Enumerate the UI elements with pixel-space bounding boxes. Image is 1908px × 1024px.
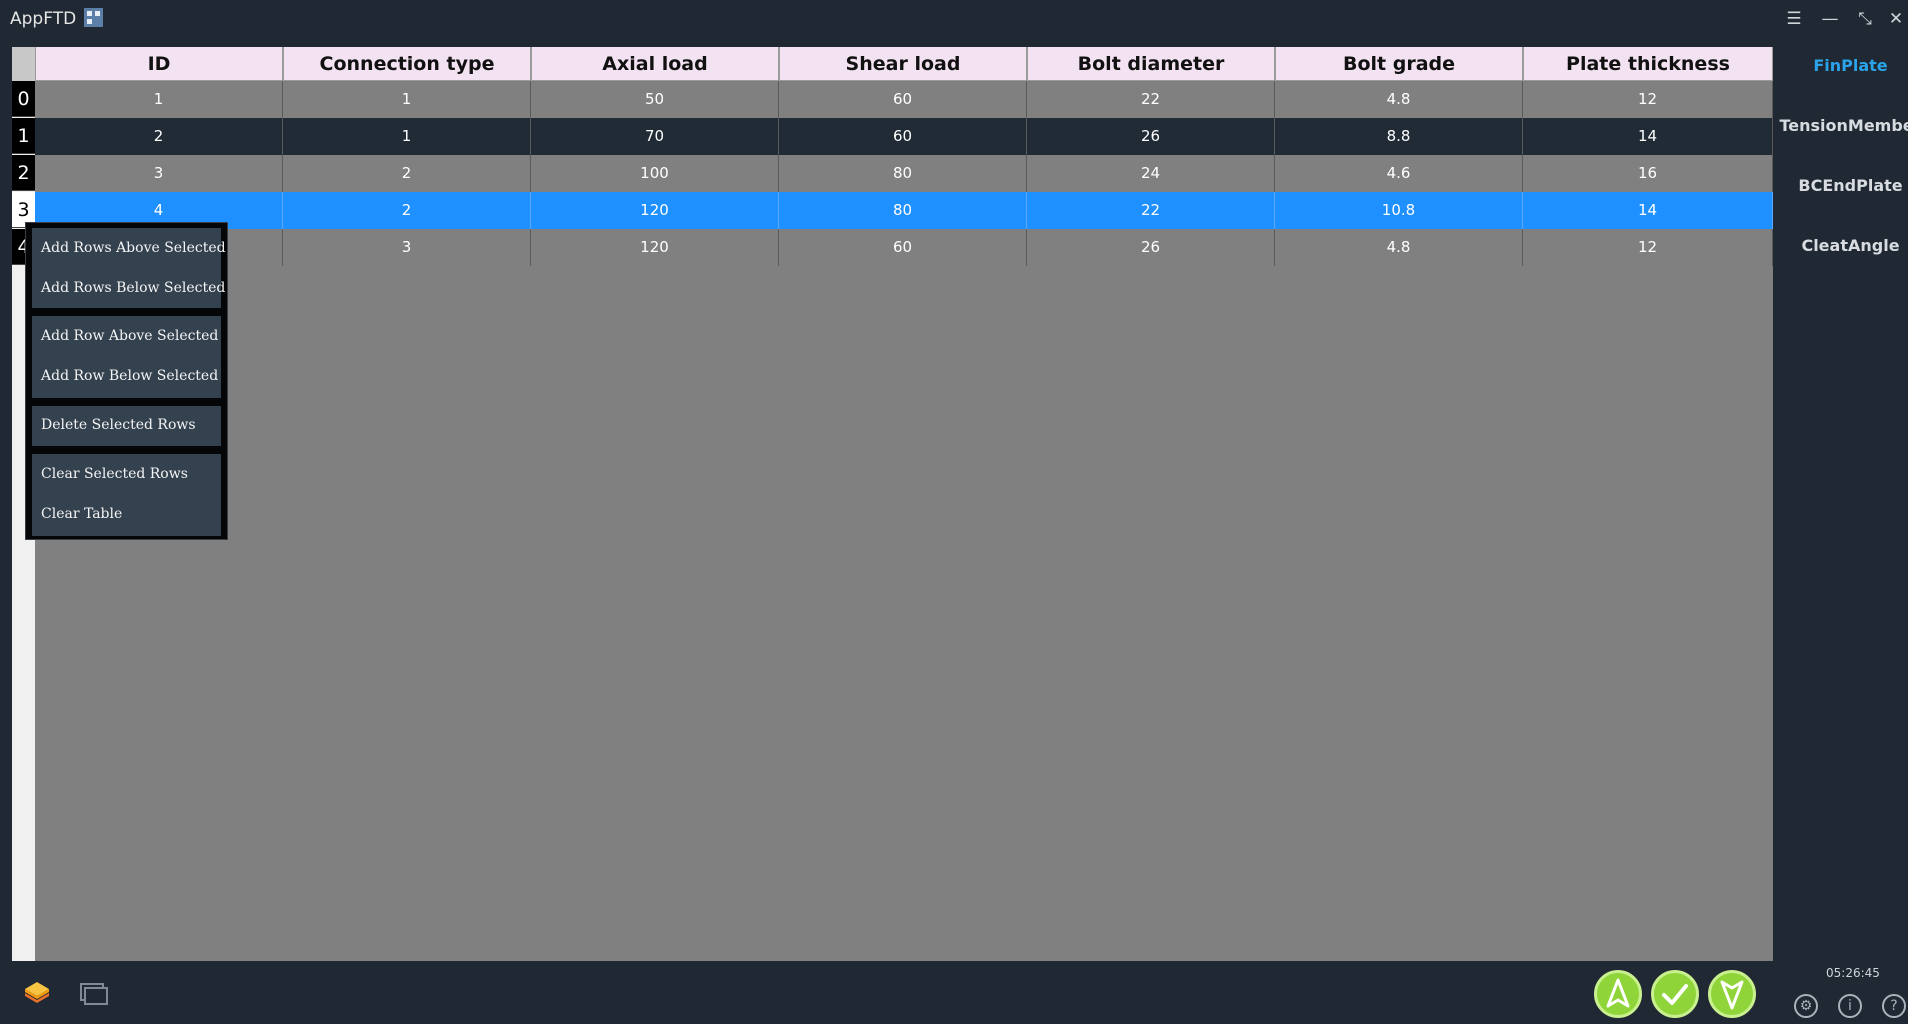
table-row-selected[interactable]: 4 2 120 80 22 10.8 14 [35, 192, 1773, 229]
tab-finplate[interactable]: FinPlate [1773, 56, 1908, 75]
menu-item-add-row-below[interactable]: Add Row Below Selected [41, 368, 218, 384]
table-cell[interactable]: 14 [1523, 118, 1773, 155]
table-row[interactable]: 1 1 50 60 22 4.8 12 [35, 81, 1773, 118]
table-cell[interactable]: 3 [35, 155, 283, 192]
table-cell[interactable]: 26 [1027, 118, 1275, 155]
column-header-bolt-grade[interactable]: Bolt grade [1275, 47, 1523, 81]
column-header-shear-load[interactable]: Shear load [779, 47, 1027, 81]
table-cell[interactable]: 26 [1027, 229, 1275, 266]
row-header[interactable]: 0 [12, 81, 35, 117]
table-corner[interactable] [12, 47, 35, 81]
table-cell[interactable]: 14 [1523, 192, 1773, 229]
menu-item-add-rows-below[interactable]: Add Rows Below Selected [41, 280, 225, 296]
table-cell[interactable]: 16 [1523, 155, 1773, 192]
menu-group-add-rows: Add Rows Above Selected Add Rows Below S… [32, 228, 226, 308]
windows-icon[interactable] [80, 983, 108, 1005]
table-cell[interactable]: 100 [531, 155, 779, 192]
table-cell[interactable]: 10.8 [1275, 192, 1523, 229]
info-icon[interactable]: i [1838, 994, 1862, 1018]
layers-icon[interactable] [22, 978, 52, 1008]
table-cell[interactable]: 120 [531, 229, 779, 266]
menu-item-clear-selected-rows[interactable]: Clear Selected Rows [41, 466, 188, 482]
menu-icon[interactable]: ☰ [1784, 9, 1804, 29]
close-icon[interactable]: ✕ [1886, 9, 1906, 29]
row-header[interactable]: 2 [12, 155, 35, 191]
column-header-id[interactable]: ID [35, 47, 283, 81]
module-panel: FinPlate TensionMember BCEndPlate CleatA… [1773, 40, 1908, 1024]
table-cell[interactable]: 12 [1523, 229, 1773, 266]
table-cell[interactable]: 2 [35, 118, 283, 155]
menu-item-clear-table[interactable]: Clear Table [41, 506, 122, 522]
confirm-button[interactable] [1651, 970, 1699, 1018]
table-cell[interactable]: 60 [779, 81, 1027, 118]
tab-bcendplate[interactable]: BCEndPlate [1773, 176, 1908, 195]
bottom-bar [0, 961, 1773, 1024]
table-row[interactable]: 3 120 60 26 4.8 12 [35, 229, 1773, 266]
help-icon[interactable]: ? [1882, 994, 1906, 1018]
restore-icon[interactable]: ⤡ [1855, 9, 1875, 29]
table-cell[interactable]: 24 [1027, 155, 1275, 192]
data-table[interactable]: ID Connection type Axial load Shear load… [12, 47, 1773, 961]
column-header-axial-load[interactable]: Axial load [531, 47, 779, 81]
menu-item-add-rows-above[interactable]: Add Rows Above Selected [41, 240, 226, 256]
minimize-icon[interactable]: — [1820, 9, 1840, 29]
up-arrow-icon [1606, 978, 1630, 1008]
down-arrow-icon [1720, 980, 1744, 1010]
table-cell[interactable]: 4.8 [1275, 229, 1523, 266]
menu-group-add-row: Add Row Above Selected Add Row Below Sel… [32, 316, 221, 398]
up-arrow-button[interactable] [1594, 970, 1642, 1018]
table-cell[interactable]: 12 [1523, 81, 1773, 118]
table-cell[interactable]: 22 [1027, 81, 1275, 118]
table-cell[interactable]: 1 [283, 81, 531, 118]
tab-tensionmember[interactable]: TensionMember [1773, 116, 1908, 135]
table-cell[interactable]: 1 [35, 81, 283, 118]
table-cell[interactable]: 60 [779, 118, 1027, 155]
check-icon [1662, 984, 1688, 1005]
table-cell[interactable]: 2 [283, 155, 531, 192]
column-header-plate-thickness[interactable]: Plate thickness [1523, 47, 1773, 81]
table-row[interactable]: 2 1 70 60 26 8.8 14 [35, 118, 1773, 155]
settings-icon[interactable]: ⚙ [1794, 994, 1818, 1018]
table-cell[interactable]: 3 [283, 229, 531, 266]
menu-group-clear: Clear Selected Rows Clear Table [32, 454, 221, 536]
table-cell[interactable]: 22 [1027, 192, 1275, 229]
column-header-bolt-diameter[interactable]: Bolt diameter [1027, 47, 1275, 81]
app-logo-icon [84, 8, 103, 27]
table-cell[interactable]: 4.8 [1275, 81, 1523, 118]
context-menu: Add Rows Above Selected Add Rows Below S… [25, 222, 228, 540]
table-cell[interactable]: 80 [779, 192, 1027, 229]
menu-item-delete-selected-rows[interactable]: Delete Selected Rows [41, 417, 196, 433]
clock-time: 05:26:45 [1826, 966, 1880, 980]
menu-group-delete: Delete Selected Rows [32, 406, 221, 446]
menu-item-add-row-above[interactable]: Add Row Above Selected [41, 328, 218, 344]
tab-cleatangle[interactable]: CleatAngle [1773, 236, 1908, 255]
table-cell[interactable]: 8.8 [1275, 118, 1523, 155]
table-cell[interactable]: 120 [531, 192, 779, 229]
table-cell[interactable]: 70 [531, 118, 779, 155]
table-cell[interactable]: 1 [283, 118, 531, 155]
table-cell[interactable]: 4.6 [1275, 155, 1523, 192]
table-cell[interactable]: 50 [531, 81, 779, 118]
table-cell[interactable]: 80 [779, 155, 1027, 192]
down-arrow-button[interactable] [1708, 970, 1756, 1018]
row-header[interactable]: 1 [12, 118, 35, 154]
table-cell[interactable]: 2 [283, 192, 531, 229]
table-row[interactable]: 3 2 100 80 24 4.6 16 [35, 155, 1773, 192]
table-cell[interactable]: 60 [779, 229, 1027, 266]
title-bar: AppFTD ☰ — ⤡ ✕ [0, 0, 1908, 40]
column-header-connection-type[interactable]: Connection type [283, 47, 531, 81]
app-title: AppFTD [10, 9, 77, 29]
